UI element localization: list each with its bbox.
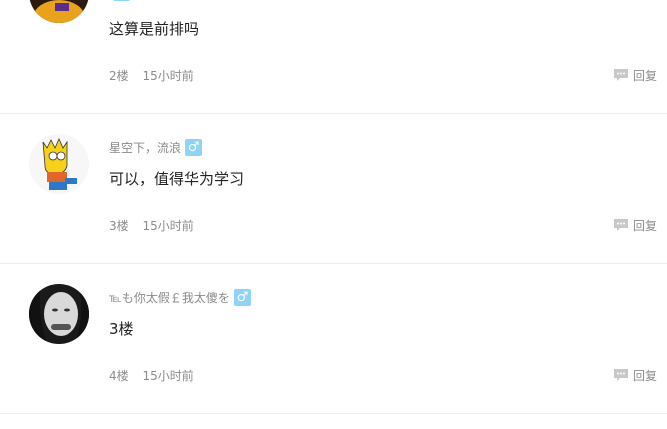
comment-bubble-icon: [613, 69, 628, 81]
comment-text: 可以，值得华为学习: [109, 170, 245, 188]
avatar[interactable]: [29, 284, 89, 344]
comment-footer: 3楼 15小时前: [109, 217, 194, 234]
reply-label: 回复: [632, 68, 657, 83]
reply-button[interactable]: 回复: [613, 67, 657, 83]
comment-text: 3楼: [109, 320, 134, 338]
floor-number: 3楼: [109, 219, 129, 233]
username[interactable]: 星空下，流浪: [109, 139, 181, 156]
reply-label: 回复: [632, 218, 657, 233]
reply-button[interactable]: 回复: [613, 367, 657, 383]
male-icon: ♂: [113, 0, 130, 1]
floor-number: 2楼: [109, 69, 129, 83]
comment-meta: ℡も你太假￡我太傻を ♂: [109, 288, 251, 306]
divider: [0, 413, 667, 414]
avatar[interactable]: [29, 134, 89, 194]
floor-number: 4楼: [109, 369, 129, 383]
username[interactable]: ℡も你太假￡我太傻を: [109, 289, 230, 306]
timestamp: 15小时前: [142, 369, 194, 383]
comment-meta: 星空下，流浪 ♂: [109, 138, 203, 156]
comment-item: ℡も你太假￡我太傻を ♂ 3楼 4楼 15小时前 回复: [0, 263, 667, 413]
comment-bubble-icon: [613, 219, 628, 231]
male-icon: ♂: [185, 138, 203, 156]
comment-item: 星空下，流浪 ♂ 可以，值得华为学习 3楼 15小时前 回复: [0, 113, 667, 263]
male-icon: ♂: [233, 288, 251, 306]
comment-text: 这算是前排吗: [109, 20, 200, 38]
reply-label: 回复: [632, 368, 657, 383]
comment-item: ♂ 这算是前排吗 2楼 15小时前 回复: [0, 0, 667, 113]
comment-meta: ♂: [109, 0, 130, 1]
timestamp: 15小时前: [142, 219, 194, 233]
timestamp: 15小时前: [142, 69, 194, 83]
comment-bubble-icon: [613, 369, 628, 381]
comment-footer: 4楼 15小时前: [109, 367, 194, 384]
comment-footer: 2楼 15小时前: [109, 67, 194, 84]
avatar[interactable]: [29, 0, 89, 23]
reply-button[interactable]: 回复: [613, 217, 657, 233]
